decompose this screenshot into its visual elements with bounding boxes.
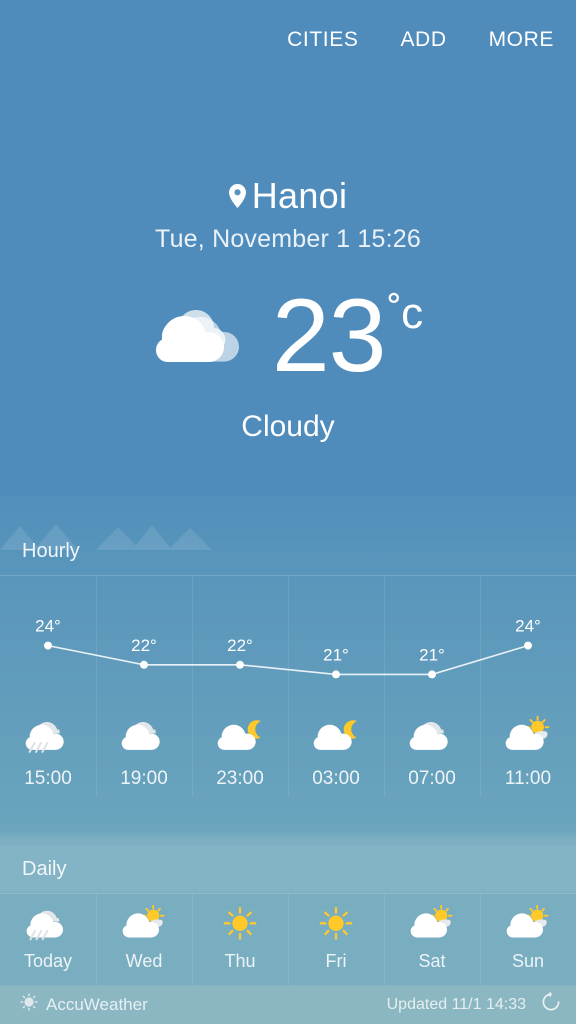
current-condition-text: Cloudy: [241, 410, 335, 443]
cloudy-icon: [120, 716, 168, 758]
cloudy-icon: [408, 716, 456, 758]
sun-cloud-icon: [504, 715, 552, 758]
sun-cloud-icon: [121, 904, 167, 946]
sun-icon: [217, 905, 263, 946]
hourly-item[interactable]: 19:00: [96, 576, 192, 830]
sun-cloud-icon: [409, 904, 455, 946]
rain-cloud-icon: [25, 905, 71, 946]
hourly-section-header: Hourly: [0, 527, 576, 575]
hourly-forecast-panel: 15:00 19:00 23:00 03:00 07:00 11:00 24° 22° 22°…: [0, 576, 576, 830]
nav-more[interactable]: MORE: [489, 28, 554, 52]
daily-section-header: Daily: [0, 845, 576, 893]
current-temperature-value: 23: [271, 278, 387, 394]
rain-cloud-icon: [24, 716, 72, 758]
top-navigation-bar: CITIES ADD MORE: [0, 0, 576, 80]
daily-item[interactable]: Wed: [96, 894, 192, 985]
current-conditions: Hanoi Tue, November 1 15:26 23 ˚c Cloudy: [0, 175, 576, 444]
daily-item-label: Wed: [125, 950, 163, 971]
sun-cloud-icon: [505, 904, 551, 946]
current-weather-icon: [154, 298, 258, 375]
nav-cities[interactable]: CITIES: [287, 28, 358, 52]
daily-item-label: Today: [23, 950, 73, 971]
hourly-item-time: 11:00: [504, 768, 552, 789]
daily-section-title: Daily: [22, 857, 67, 880]
city-name: Hanoi: [251, 175, 348, 216]
daily-item-label: Sun: [511, 950, 545, 971]
daily-item[interactable]: Fri: [288, 894, 384, 985]
hourly-item[interactable]: 07:00: [384, 576, 480, 830]
brand-label: AccuWeather: [46, 994, 148, 1014]
hourly-item-time: 07:00: [408, 768, 456, 789]
current-temperature: 23 ˚c: [271, 278, 424, 394]
brand-accuweather[interactable]: AccuWeather: [20, 993, 148, 1016]
hourly-item-time: 23:00: [216, 768, 264, 789]
location-pin-icon: [228, 183, 246, 213]
moon-cloud-icon: [216, 716, 264, 758]
temperature-row: 23 ˚c: [154, 278, 424, 394]
hourly-item[interactable]: 23:00: [192, 576, 288, 830]
updated-timestamp: Updated 11/1 14:33: [386, 995, 526, 1013]
daily-item[interactable]: Sat: [384, 894, 480, 985]
current-temperature-unit: ˚c: [387, 289, 424, 338]
hourly-item[interactable]: 11:00: [480, 576, 576, 830]
refresh-icon[interactable]: [540, 991, 562, 1018]
weather-app-screen: CITIES ADD MORE Hanoi Tue, November 1 15…: [0, 0, 576, 1024]
daily-item-label: Thu: [224, 950, 256, 971]
city-row[interactable]: Hanoi: [228, 175, 348, 217]
daily-item-label: Sat: [418, 950, 446, 971]
daily-forecast-panel: Today Wed Thu Fri Sat Sun: [0, 894, 576, 985]
current-datetime: Tue, November 1 15:26: [155, 225, 421, 253]
moon-cloud-icon: [312, 716, 360, 758]
daily-item[interactable]: Thu: [192, 894, 288, 985]
sun-icon: [313, 905, 359, 946]
hourly-columns: 15:00 19:00 23:00 03:00 07:00 11:00: [0, 576, 576, 830]
accuweather-sun-logo-icon: [20, 993, 38, 1016]
updated-group: Updated 11/1 14:33: [387, 991, 562, 1018]
hourly-item[interactable]: 03:00: [288, 576, 384, 830]
hourly-item-time: 15:00: [24, 768, 72, 789]
nav-add[interactable]: ADD: [400, 28, 446, 52]
hourly-section-title: Hourly: [22, 539, 80, 562]
hourly-item[interactable]: 15:00: [0, 576, 96, 830]
daily-item-label: Fri: [325, 950, 347, 971]
daily-item[interactable]: Sun: [480, 894, 576, 985]
footer-bar: AccuWeather Updated 11/1 14:33: [0, 985, 576, 1024]
daily-item[interactable]: Today: [0, 894, 96, 985]
hourly-item-time: 03:00: [312, 768, 360, 789]
hourly-item-time: 19:00: [120, 768, 168, 789]
